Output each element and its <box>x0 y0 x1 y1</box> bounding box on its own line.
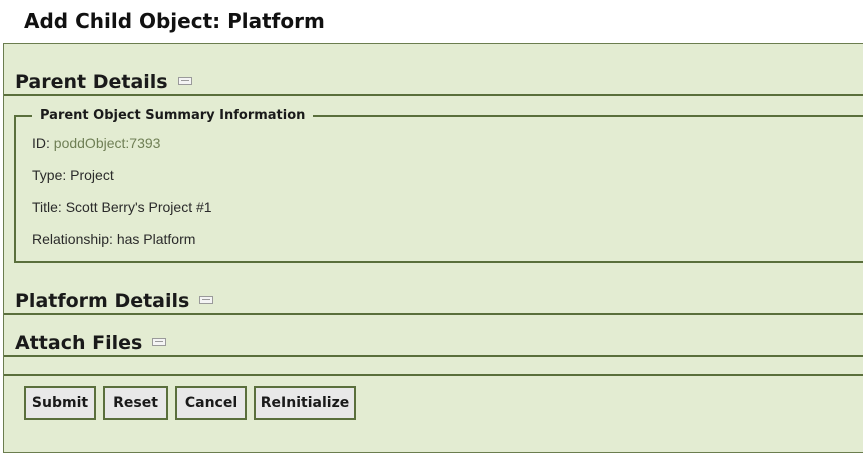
platform-details-label: Platform Details <box>15 290 190 312</box>
cancel-button[interactable]: Cancel <box>175 386 247 420</box>
parent-summary-legend: Parent Object Summary Information <box>32 108 314 123</box>
attach-files-heading[interactable]: Attach Files <box>15 332 167 354</box>
parent-title-line: Title: Scott Berry's Project #1 <box>32 199 212 215</box>
parent-details-label: Parent Details <box>15 71 168 93</box>
button-bar-divider <box>4 374 863 376</box>
submit-button[interactable]: Submit <box>24 386 96 420</box>
parent-relationship-line: Relationship: has Platform <box>32 231 196 247</box>
reinitialize-button[interactable]: ReInitialize <box>254 386 356 420</box>
platform-details-heading[interactable]: Platform Details <box>15 290 214 312</box>
collapse-toggle-icon[interactable] <box>152 337 167 346</box>
parent-type-line: Type: Project <box>32 167 114 183</box>
parent-details-heading[interactable]: Parent Details <box>15 71 192 93</box>
attach-files-divider <box>4 355 863 357</box>
page-title: Add Child Object: Platform <box>24 9 325 33</box>
parent-details-divider <box>4 94 863 96</box>
collapse-toggle-icon[interactable] <box>177 76 192 85</box>
parent-id-label: ID: <box>32 135 54 151</box>
platform-details-divider <box>4 313 863 315</box>
parent-id-link[interactable]: poddObject:7393 <box>54 135 161 151</box>
attach-files-label: Attach Files <box>15 332 143 354</box>
form-panel: Parent Details Parent Object Summary Inf… <box>3 43 863 453</box>
collapse-toggle-icon[interactable] <box>199 295 214 304</box>
reset-button[interactable]: Reset <box>103 386 168 420</box>
parent-id-line: ID: poddObject:7393 <box>32 135 160 151</box>
parent-summary-fieldset: Parent Object Summary Information ID: po… <box>14 108 863 263</box>
